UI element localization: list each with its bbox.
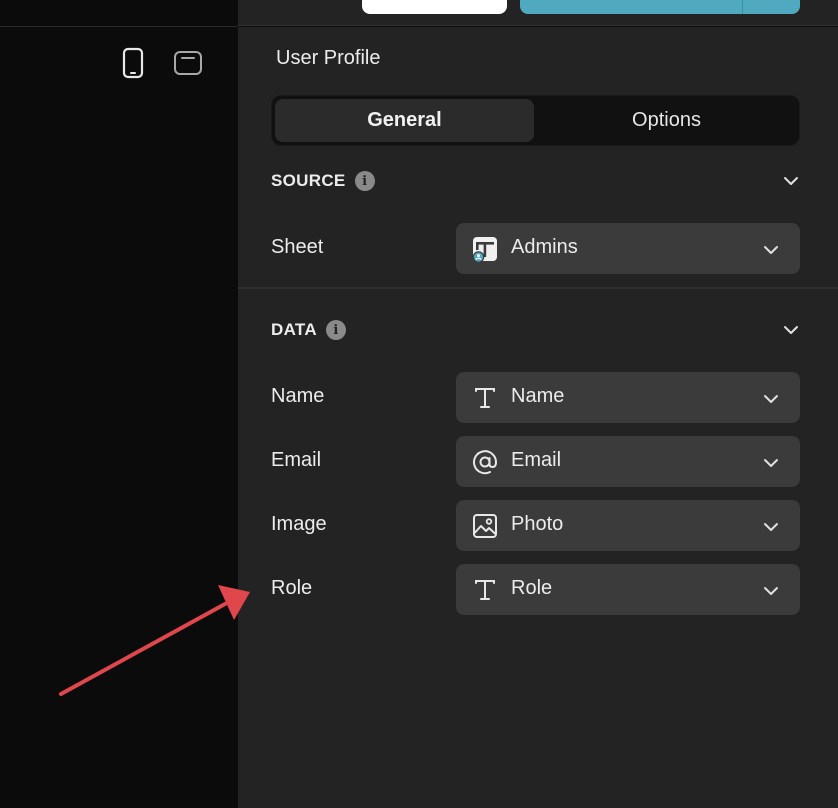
data-section-header[interactable]: DATA i [271,316,800,344]
image-row: Image Photo [271,500,800,551]
name-row: Name Name [271,372,800,423]
top-secondary-button[interactable] [362,0,507,14]
name-value: Name [511,385,565,407]
canvas-top-divider [0,26,238,27]
sheet-row: Sheet Admins [271,223,800,274]
image-select[interactable]: Photo [456,500,800,551]
section-divider [238,287,838,289]
tab-options[interactable]: Options [537,99,796,142]
email-row: Email Email [271,436,800,487]
text-type-icon [475,388,495,408]
name-label: Name [271,385,325,407]
chevron-down-icon[interactable] [782,321,800,339]
image-icon [473,514,497,538]
image-value: Photo [511,513,564,535]
email-value: Email [511,449,562,471]
role-label: Role [271,577,313,599]
top-primary-button-split [742,0,743,14]
email-label: Email [271,449,322,471]
sheet-select[interactable]: Admins [456,223,800,274]
sheet-icon [472,237,497,262]
source-section-title: SOURCE [271,171,346,190]
image-label: Image [271,513,327,535]
sheet-label: Sheet [271,236,324,258]
source-section-header[interactable]: SOURCE i [271,167,800,195]
properties-panel: User Profile General Options SOURCE i Sh… [238,27,838,808]
canvas-area [0,0,238,808]
chevron-down-icon [764,587,778,595]
role-value: Role [511,577,553,599]
chevron-down-icon [764,395,778,403]
sheet-value: Admins [511,236,578,258]
tab-general[interactable]: General [275,99,534,142]
role-row: Role Role [271,564,800,615]
chevron-down-icon[interactable] [782,172,800,190]
info-icon[interactable]: i [325,320,346,340]
data-section-title: DATA [271,320,317,339]
top-primary-button[interactable] [520,0,800,14]
tablet-preview-icon[interactable] [173,50,203,76]
app-root: User Profile General Options SOURCE i Sh… [0,0,838,808]
chevron-down-icon [764,459,778,467]
chevron-down-icon [764,523,778,531]
panel-title: User Profile [276,47,381,69]
phone-preview-icon[interactable] [121,47,145,79]
at-sign-icon [473,450,498,475]
email-select[interactable]: Email [456,436,800,487]
text-type-icon [475,580,495,600]
info-icon[interactable]: i [354,171,375,191]
name-select[interactable]: Name [456,372,800,423]
chevron-down-icon [764,246,778,254]
tab-switcher: General Options [271,95,800,146]
top-toolbar [238,0,838,26]
role-select[interactable]: Role [456,564,800,615]
